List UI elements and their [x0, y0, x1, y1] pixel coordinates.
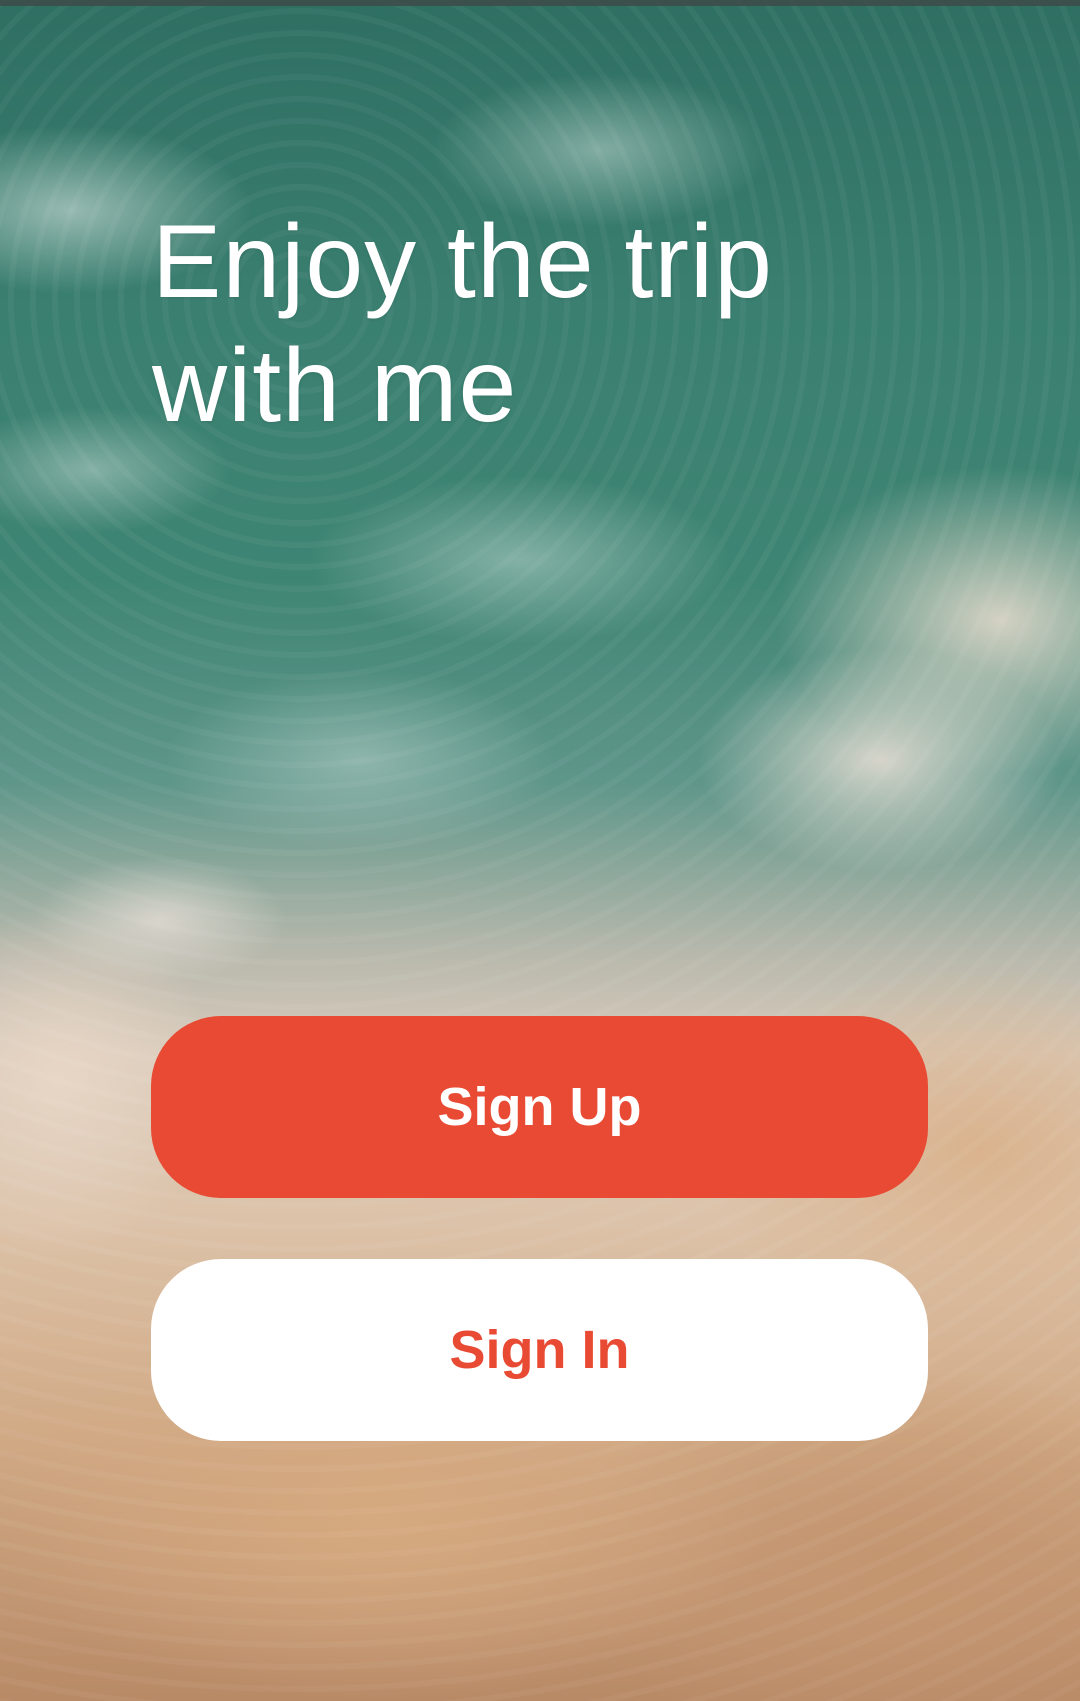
headline-line-1: Enjoy the trip: [152, 204, 773, 320]
welcome-headline: Enjoy the trip with me: [152, 200, 912, 448]
status-bar: [0, 0, 1080, 6]
headline-line-2: with me: [152, 328, 518, 444]
welcome-screen: Enjoy the trip with me Sign Up Sign In: [0, 0, 1080, 1701]
sign-in-label: Sign In: [449, 1320, 630, 1380]
sign-up-label: Sign Up: [437, 1077, 642, 1137]
sign-up-button[interactable]: Sign Up: [151, 1016, 928, 1198]
sign-in-button[interactable]: Sign In: [151, 1259, 928, 1441]
